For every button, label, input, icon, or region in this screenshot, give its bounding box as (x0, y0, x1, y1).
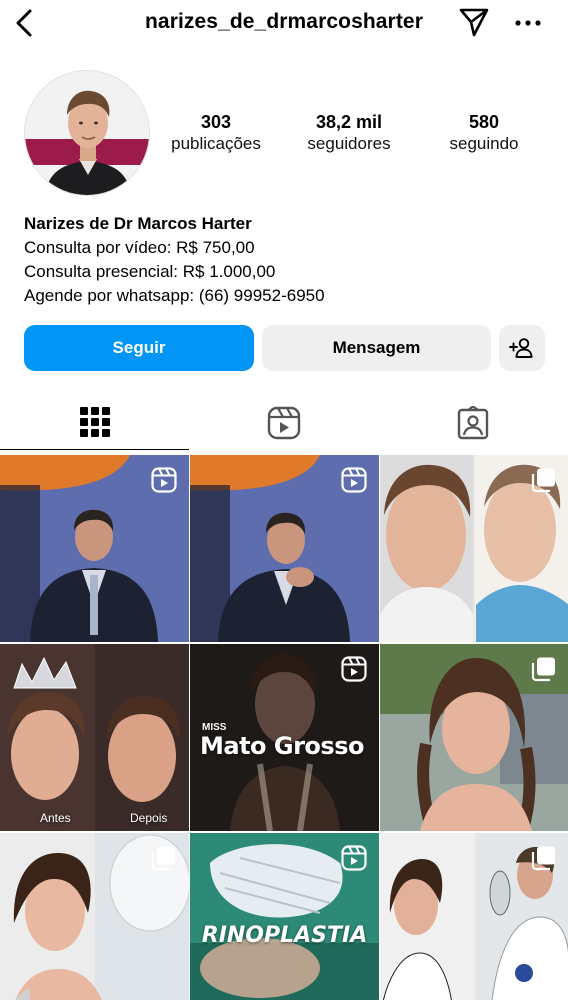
profile-avatar[interactable] (24, 70, 150, 196)
carousel-badge-icon (531, 846, 555, 871)
post-tile[interactable] (380, 833, 568, 1000)
add-person-icon (509, 338, 533, 358)
reels-icon (267, 406, 300, 439)
message-button[interactable]: Mensagem (262, 325, 491, 371)
post-tile[interactable]: Antes Depois (0, 644, 189, 831)
post-tile[interactable] (0, 833, 189, 1000)
follow-button[interactable]: Seguir (24, 325, 254, 371)
share-button[interactable] (456, 4, 492, 40)
reels-badge-icon (151, 467, 177, 493)
more-dots-icon (515, 20, 541, 26)
carousel-badge-icon (531, 657, 555, 682)
paper-plane-icon (459, 8, 489, 37)
post-tile[interactable] (380, 455, 568, 642)
top-bar: narizes_de_drmarcosharter (0, 0, 568, 46)
before-label: Antes (40, 811, 71, 825)
suggest-users-button[interactable] (499, 325, 545, 371)
tab-reels[interactable] (189, 395, 378, 450)
following-count: 580 (468, 112, 500, 132)
followers-count: 38,2 mil (315, 112, 383, 132)
profile-bio: Narizes de Dr Marcos Harter Consulta por… (24, 212, 544, 308)
post-thumbnail (0, 644, 189, 831)
post-tile[interactable] (380, 644, 568, 831)
grid-icon (79, 407, 110, 437)
stat-followers[interactable]: 38,2 mil seguidores (293, 111, 405, 155)
after-label: Depois (130, 811, 168, 825)
reels-badge-icon (341, 845, 367, 871)
post-tile[interactable]: RINOPLASTIA (190, 833, 379, 1000)
tab-tagged[interactable] (378, 395, 567, 450)
overlay-title: Mato Grosso (200, 732, 364, 760)
stat-following[interactable]: 580 seguindo (428, 111, 540, 155)
carousel-badge-icon (151, 846, 175, 871)
overlay-title: RINOPLASTIA (201, 923, 368, 948)
avatar-photo (25, 71, 149, 195)
post-tile[interactable]: MISS Mato Grosso (190, 644, 379, 831)
following-label: seguindo (449, 134, 519, 153)
reels-badge-icon (341, 467, 367, 493)
carousel-badge-icon (531, 468, 555, 493)
posts-grid: Antes Depois MISS Mato Grosso RINOPLASTI… (0, 455, 568, 1000)
bio-line: Agende por whatsapp: (66) 99952-6950 (24, 286, 325, 305)
bio-line: Consulta por vídeo: R$ 750,00 (24, 238, 255, 257)
reels-badge-icon (341, 656, 367, 682)
more-options-button[interactable] (512, 8, 544, 38)
post-tile[interactable] (190, 455, 379, 642)
tagged-icon (457, 405, 488, 439)
post-tile[interactable] (0, 455, 189, 642)
followers-label: seguidores (307, 134, 391, 153)
posts-label: publicações (171, 134, 261, 153)
stat-posts[interactable]: 303 publicações (160, 111, 272, 155)
tab-posts-grid[interactable] (0, 395, 189, 450)
bio-line: Consulta presencial: R$ 1.000,00 (24, 262, 276, 281)
profile-tabs (0, 395, 568, 450)
profile-display-name: Narizes de Dr Marcos Harter (24, 214, 252, 233)
posts-count: 303 (200, 112, 232, 132)
